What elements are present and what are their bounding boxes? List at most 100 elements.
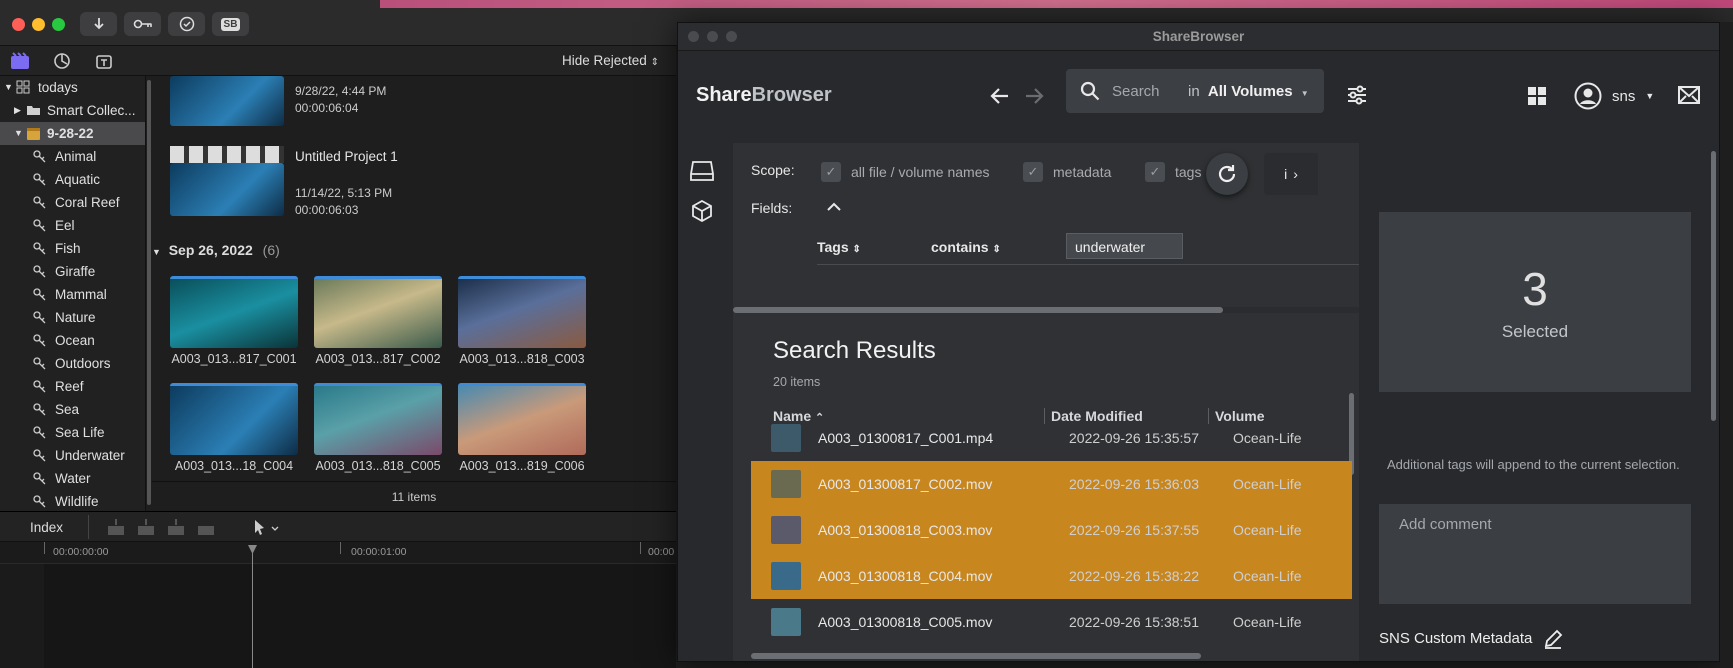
sidebar-keyword-item[interactable]: Aquatic: [0, 168, 145, 191]
keyword-button[interactable]: [124, 12, 161, 36]
sidebar-keyword-label: Reef: [55, 379, 84, 394]
result-row[interactable]: A003_01300817_C001.mp4 2022-09-26 15:35:5…: [751, 415, 1352, 461]
sidebar-scrollbar[interactable]: [147, 80, 151, 505]
user-name: sns: [1612, 87, 1636, 105]
project-date: 11/14/22, 5:13 PM: [295, 186, 393, 200]
field-select[interactable]: Tags ⇕: [817, 239, 861, 255]
photos-audio-icon[interactable]: [52, 51, 72, 71]
grid-view-icon[interactable]: [1527, 86, 1547, 106]
sidebar-keyword-item[interactable]: Sea: [0, 398, 145, 421]
clip-thumbnail[interactable]: [170, 76, 284, 126]
timeline-index-button[interactable]: Index: [30, 520, 63, 535]
clip-thumbnail[interactable]: [458, 383, 586, 455]
project-thumbnail[interactable]: [170, 163, 284, 216]
select-tool-icon[interactable]: [252, 519, 282, 535]
info-panel-toggle[interactable]: i ›: [1264, 153, 1318, 195]
keyword-key-icon: [33, 426, 46, 439]
playhead[interactable]: [252, 546, 253, 668]
result-date: 2022-09-26 15:38:22: [1069, 568, 1199, 584]
result-name: A003_01300818_C005.mov: [818, 614, 993, 630]
field-select-value: Tags: [817, 239, 849, 255]
info-vscroll-thumb[interactable]: [1711, 151, 1716, 421]
user-menu[interactable]: sns ▼: [1574, 81, 1654, 111]
disclosure-open-icon: ▼: [4, 82, 13, 92]
cube-icon[interactable]: [691, 200, 713, 222]
timeline-ruler[interactable]: 00:00:00:00 00:00:01:00 00:00: [0, 542, 676, 564]
search-scope-dropdown[interactable]: in All Volumes ▼: [1188, 83, 1309, 100]
filter-popup[interactable]: Hide Rejected ⇕: [562, 53, 659, 68]
scope-option-metadata: metadata: [1053, 164, 1112, 180]
edit-pencil-icon[interactable]: [1543, 629, 1563, 649]
search-box[interactable]: Search in All Volumes ▼: [1066, 69, 1324, 113]
minimize-window-button[interactable]: [707, 31, 718, 42]
import-button[interactable]: [80, 12, 117, 36]
result-row[interactable]: A003_01300818_C004.mov 2022-09-26 15:38:2…: [751, 553, 1352, 599]
sidebar-keyword-item[interactable]: Nature: [0, 306, 145, 329]
scope-checkbox-metadata[interactable]: ✓: [1023, 162, 1043, 182]
clip-thumbnail[interactable]: [170, 383, 298, 455]
background-tasks-button[interactable]: [168, 12, 205, 36]
search-input[interactable]: Search: [1112, 83, 1160, 100]
scope-checkbox-tags[interactable]: ✓: [1145, 162, 1165, 182]
custom-metadata-label: SNS Custom Metadata: [1379, 630, 1533, 647]
back-arrow-icon[interactable]: [989, 85, 1011, 107]
sidebar-keyword-item[interactable]: Ocean: [0, 329, 145, 352]
sidebar-keyword-item[interactable]: Mammal: [0, 283, 145, 306]
sidebar-keyword-item[interactable]: Reef: [0, 375, 145, 398]
operator-select[interactable]: contains ⇕: [931, 239, 1001, 255]
comment-textarea[interactable]: Add comment: [1379, 504, 1691, 604]
result-name: A003_01300818_C003.mov: [818, 522, 993, 538]
result-row[interactable]: A003_01300818_C005.mov 2022-09-26 15:38:5…: [751, 599, 1352, 645]
clip-thumbnail[interactable]: [314, 276, 442, 348]
clip-thumbnail[interactable]: [170, 276, 298, 348]
zoom-window-button[interactable]: [52, 18, 65, 31]
libraries-icon[interactable]: [10, 52, 30, 70]
sidebar-keyword-item[interactable]: Eel: [0, 214, 145, 237]
edit-buttons-icon[interactable]: [106, 518, 226, 536]
date-group-count: (6): [262, 242, 280, 258]
keyword-key-icon: [33, 242, 46, 255]
filter-sliders-icon[interactable]: [1346, 84, 1368, 106]
close-window-button[interactable]: [688, 31, 699, 42]
sidebar-keyword-item[interactable]: Underwater: [0, 444, 145, 467]
forward-arrow-icon[interactable]: [1023, 85, 1045, 107]
scope-checkbox-names[interactable]: ✓: [821, 162, 841, 182]
clip-thumbnail[interactable]: [314, 383, 442, 455]
sidebar-keyword-item[interactable]: Outdoors: [0, 352, 145, 375]
chevron-up-icon[interactable]: [826, 201, 842, 213]
field-value-input[interactable]: underwater: [1066, 233, 1183, 259]
sidebar-smart-collections[interactable]: ▶ Smart Collec...: [0, 99, 145, 122]
sidebar-keyword-item[interactable]: Coral Reef: [0, 191, 145, 214]
search-in-label: in: [1188, 83, 1200, 100]
sidebar-keyword-item[interactable]: Giraffe: [0, 260, 145, 283]
timeline-tracks[interactable]: [44, 564, 676, 668]
sidebar-library-todays[interactable]: ▼ todays: [0, 76, 145, 99]
mail-icon[interactable]: [1678, 86, 1700, 104]
titles-generators-icon[interactable]: [94, 51, 114, 71]
close-window-button[interactable]: [12, 18, 25, 31]
sidebar-keyword-item[interactable]: Sea Life: [0, 421, 145, 444]
sidebar-keyword-item[interactable]: Water: [0, 467, 145, 490]
minimize-window-button[interactable]: [32, 18, 45, 31]
sharebrowser-extension-button[interactable]: SB: [212, 12, 249, 36]
sidebar-keyword-label: Animal: [55, 149, 97, 164]
sidebar-keyword-label: Outdoors: [55, 356, 111, 371]
scope-label: Scope:: [751, 162, 795, 178]
sidebar-keyword-item[interactable]: Animal: [0, 145, 145, 168]
left-rail: [678, 143, 733, 661]
results-hscroll-thumb[interactable]: [751, 653, 1201, 659]
drive-icon[interactable]: [690, 160, 714, 182]
result-row[interactable]: A003_01300818_C003.mov 2022-09-26 15:37:5…: [751, 507, 1352, 553]
result-row[interactable]: A003_01300817_C002.mov 2022-09-26 15:36:0…: [751, 461, 1352, 507]
ruler-timecode: 00:00: [648, 546, 675, 558]
refresh-button[interactable]: [1206, 153, 1248, 195]
sidebar-keyword-item[interactable]: Wildlife: [0, 490, 145, 513]
date-group-header[interactable]: ▼ Sep 26, 2022 (6): [152, 242, 280, 258]
sidebar-keyword-label: Eel: [55, 218, 75, 233]
disclosure-closed-icon: ▶: [14, 105, 21, 115]
zoom-window-button[interactable]: [726, 31, 737, 42]
sidebar-keyword-item[interactable]: Fish: [0, 237, 145, 260]
sharebrowser-logo[interactable]: ShareBrowser: [696, 84, 832, 107]
clip-thumbnail[interactable]: [458, 276, 586, 348]
sidebar-event-9-28-22[interactable]: ▼ 9-28-22: [0, 122, 145, 145]
